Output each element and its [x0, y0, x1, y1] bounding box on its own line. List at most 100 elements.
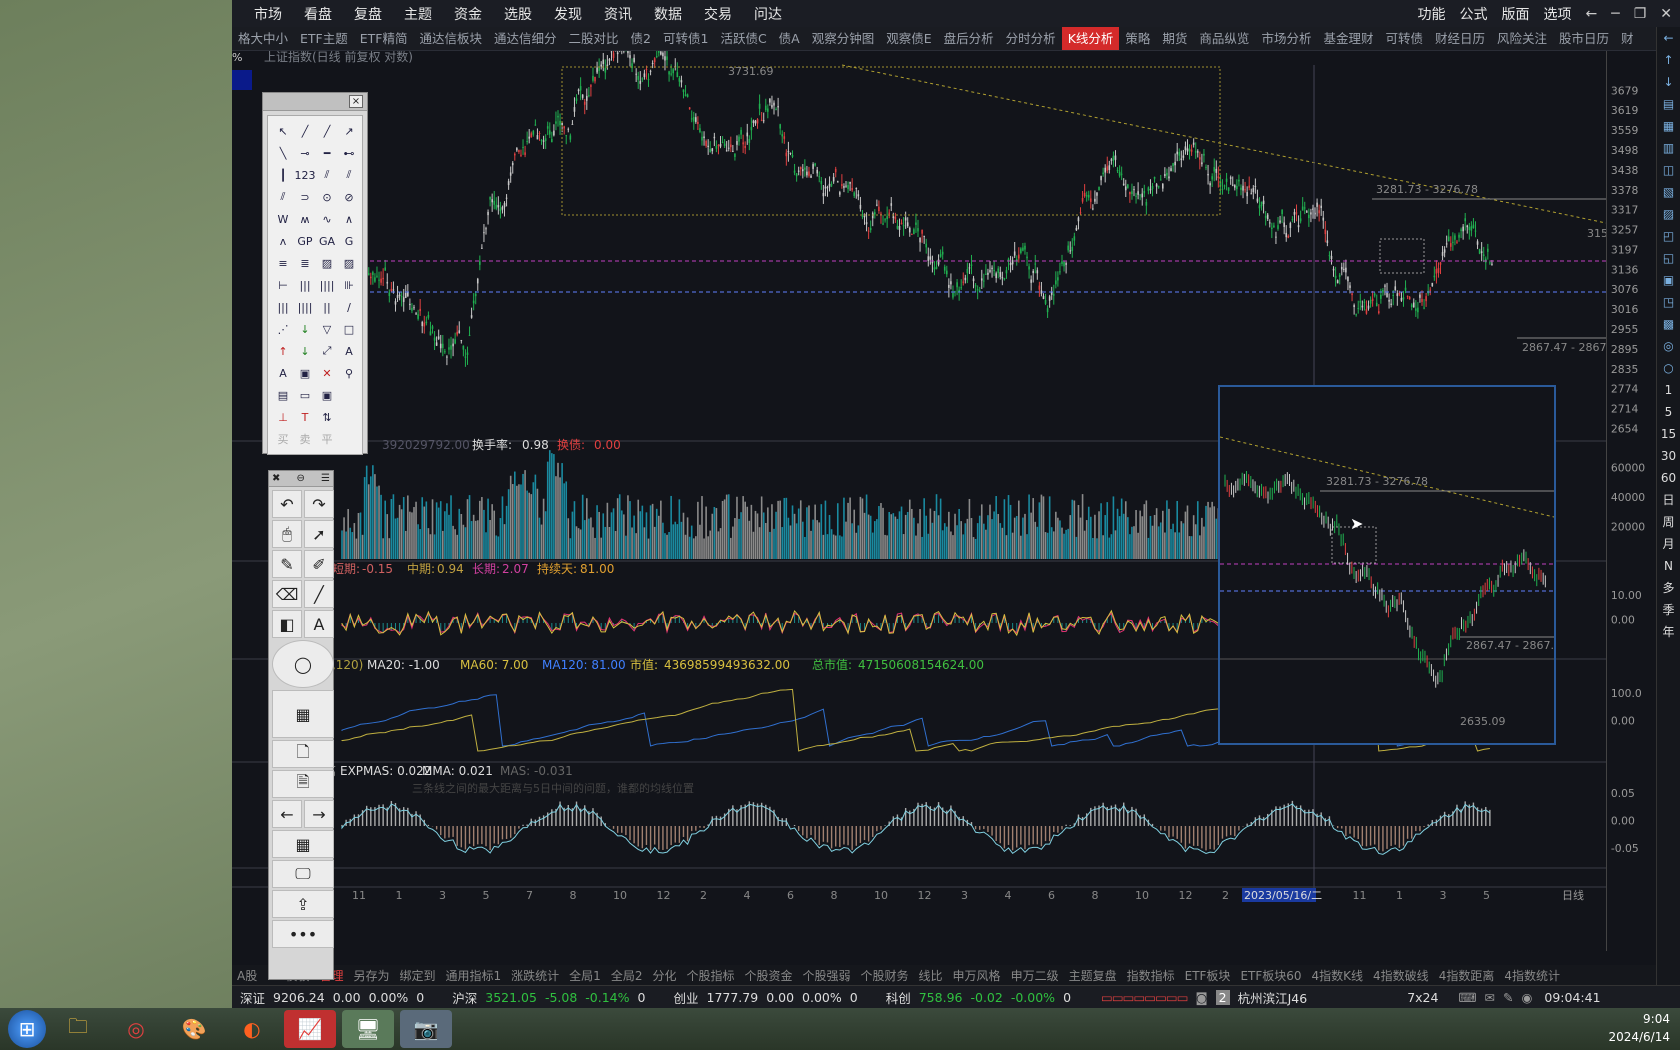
line-icon[interactable]: ╱: [304, 580, 334, 608]
draw-tool-icon[interactable]: ||||: [316, 274, 338, 296]
tab-14[interactable]: K线分析: [1061, 27, 1120, 50]
draw-tool-icon[interactable]: 卖: [294, 428, 316, 450]
menu-item-options[interactable]: 选项: [1544, 4, 1572, 24]
draw-tool-icon[interactable]: ↗: [338, 120, 360, 142]
menu-item-discover[interactable]: 发现: [554, 4, 582, 24]
menu-item-ask[interactable]: 问达: [754, 4, 782, 24]
draw-tool-icon[interactable]: ┃: [272, 164, 294, 186]
keyboard-icon[interactable]: ⌨: [1458, 990, 1476, 1005]
tab-22[interactable]: 风险关注: [1491, 27, 1553, 50]
bottom-tab-15[interactable]: 线比: [914, 967, 948, 984]
color-dial-icon[interactable]: ◯: [272, 640, 334, 688]
bottom-tab-24[interactable]: 4指数距离: [1434, 967, 1500, 984]
tab-11[interactable]: 观察债E: [880, 27, 937, 50]
bottom-tab-22[interactable]: 4指数K线: [1307, 967, 1369, 984]
tab-13[interactable]: 分时分析: [1000, 27, 1062, 50]
draw-tool-icon[interactable]: ⤢: [316, 340, 338, 362]
draw-tool-icon[interactable]: ⊘: [338, 186, 360, 208]
draw-tool-icon[interactable]: □: [338, 318, 360, 340]
zoom-preview-popup[interactable]: 3281.73 - 3276.78 2867.47 - 2867. 2635.09 ➤: [1218, 385, 1556, 745]
tab-20[interactable]: 可转债: [1379, 27, 1429, 50]
period-button[interactable]: 60: [1657, 467, 1680, 489]
menu-item-select[interactable]: 选股: [504, 4, 532, 24]
bottom-tab-18[interactable]: 主题复盘: [1064, 967, 1122, 984]
more-icon[interactable]: •••: [272, 920, 334, 948]
draw-tool-icon[interactable]: G: [338, 230, 360, 252]
draw-tool-icon[interactable]: ▨: [338, 252, 360, 274]
paint-icon[interactable]: 🎨: [168, 1010, 220, 1048]
draw-tool-icon[interactable]: |||: [272, 296, 294, 318]
screen-icon[interactable]: 🖵: [272, 860, 334, 888]
draw-tool-icon[interactable]: ⊷: [338, 142, 360, 164]
restore-icon[interactable]: ❐: [1634, 6, 1647, 22]
draw-tool-icon[interactable]: ∕: [338, 296, 360, 318]
palette-grid-icon[interactable]: ▦: [272, 690, 334, 738]
side-tool-icon[interactable]: ↓: [1657, 71, 1680, 93]
next-page-icon[interactable]: →: [304, 800, 334, 828]
draw-tool-icon[interactable]: ▭: [294, 384, 316, 406]
text-icon[interactable]: A: [304, 610, 334, 638]
draw-tool-icon[interactable]: GP: [294, 230, 316, 252]
draw-tool-icon[interactable]: 买: [272, 428, 294, 450]
bottom-tab-17[interactable]: 申万二级: [1006, 967, 1064, 984]
period-button[interactable]: 季: [1657, 599, 1680, 621]
highlighter-icon[interactable]: ✐: [304, 550, 334, 578]
draw-tool-icon[interactable]: ↑: [272, 340, 294, 362]
menu-item-trade[interactable]: 交易: [704, 4, 732, 24]
tab-23[interactable]: 股市日历: [1553, 27, 1615, 50]
close-icon[interactable]: ×: [349, 95, 363, 108]
tab-15[interactable]: 策略: [1119, 27, 1156, 50]
draw-tool-icon[interactable]: ⫽: [316, 164, 338, 186]
power-icon[interactable]: ◉: [1521, 990, 1532, 1005]
period-button[interactable]: 5: [1657, 401, 1680, 423]
draw-tool-icon[interactable]: A: [338, 340, 360, 362]
period-button[interactable]: 多: [1657, 577, 1680, 599]
tab-8[interactable]: 活跃债C: [714, 27, 772, 50]
share-icon[interactable]: ⇪: [272, 890, 334, 918]
tab-3[interactable]: 通达信板块: [413, 27, 488, 50]
side-tool-icon[interactable]: ▤: [1657, 93, 1680, 115]
draw-tool-icon[interactable]: A: [272, 362, 294, 384]
period-button[interactable]: 1: [1657, 379, 1680, 401]
draw-tool-icon[interactable]: W: [272, 208, 294, 230]
side-tool-icon[interactable]: ↑: [1657, 49, 1680, 71]
draw-tool-icon[interactable]: ∧: [338, 208, 360, 230]
draw-tool-icon[interactable]: ⊥: [272, 406, 294, 428]
tab-4[interactable]: 通达信细分: [488, 27, 563, 50]
draw-tool-icon[interactable]: 123: [294, 164, 316, 186]
cursor-icon[interactable]: ➚: [304, 520, 334, 548]
minimize-icon[interactable]: ⊖: [297, 473, 305, 484]
redo-icon[interactable]: ↷: [304, 490, 334, 518]
draw-tool-icon[interactable]: ↓: [294, 340, 316, 362]
tab-7[interactable]: 可转债1: [657, 27, 714, 50]
close-icon[interactable]: ✖: [272, 473, 280, 484]
taskbar-clock[interactable]: 9:04 2024/6/14: [1608, 1010, 1670, 1046]
bottom-tab-25[interactable]: 4指数统计: [1499, 967, 1565, 984]
bottom-tab-12[interactable]: 个股资金: [739, 967, 797, 984]
bottom-tab-7[interactable]: 涨跌统计: [506, 967, 564, 984]
bottom-tab-14[interactable]: 个股财务: [856, 967, 914, 984]
side-tool-icon[interactable]: ◎: [1657, 335, 1680, 357]
bottom-tab-16[interactable]: 申万风格: [948, 967, 1006, 984]
menu-item-market[interactable]: 市场: [254, 4, 282, 24]
bottom-tab-11[interactable]: 个股指标: [681, 967, 739, 984]
screen-app-icon[interactable]: 🖥: [342, 1010, 394, 1048]
draw-tool-icon[interactable]: GA: [316, 230, 338, 252]
menu-item-news[interactable]: 资讯: [604, 4, 632, 24]
side-tool-icon[interactable]: ▥: [1657, 137, 1680, 159]
side-tool-icon[interactable]: ◳: [1657, 291, 1680, 313]
tab-10[interactable]: 观察分钟图: [806, 27, 881, 50]
server-name[interactable]: 杭州滨江J46: [1238, 988, 1308, 1007]
app-orange-icon[interactable]: ◐: [226, 1010, 278, 1048]
side-tool-icon[interactable]: ▧: [1657, 181, 1680, 203]
tab-5[interactable]: 二股对比: [563, 27, 625, 50]
tab-12[interactable]: 盘后分析: [938, 27, 1000, 50]
menu-item-function[interactable]: 功能: [1418, 4, 1446, 24]
draw-tool-icon[interactable]: ⊪: [338, 274, 360, 296]
menu-item-review[interactable]: 复盘: [354, 4, 382, 24]
draw-tool-icon[interactable]: ⊢: [272, 274, 294, 296]
draw-tool-icon[interactable]: ▣: [294, 362, 316, 384]
draw-tool-icon[interactable]: ⊙: [316, 186, 338, 208]
draw-tool-icon[interactable]: ✕: [316, 362, 338, 384]
tab-6[interactable]: 债2: [625, 27, 657, 50]
